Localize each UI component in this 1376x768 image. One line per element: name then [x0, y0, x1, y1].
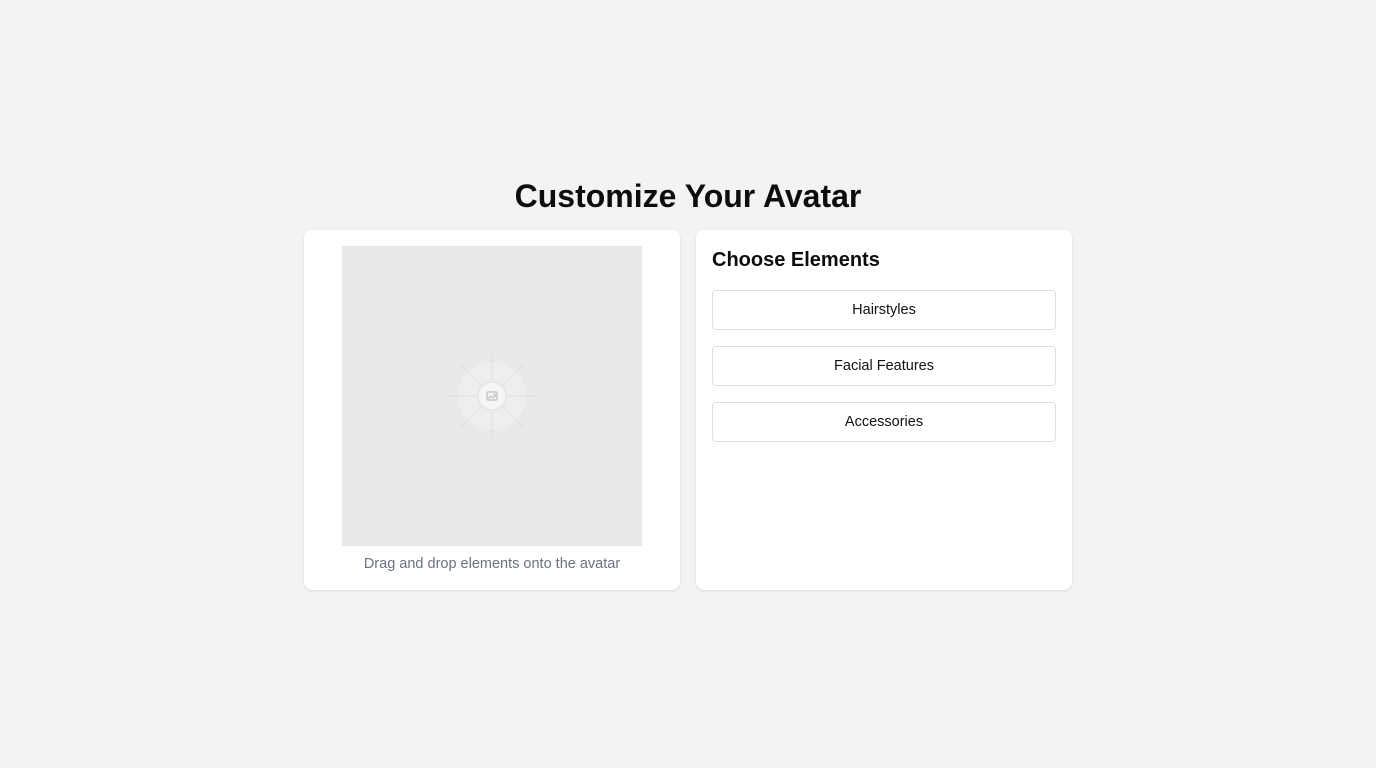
avatar-drop-zone[interactable] [342, 246, 642, 546]
facial-features-button[interactable]: Facial Features [712, 346, 1056, 386]
elements-card: Choose Elements Hairstyles Facial Featur… [696, 230, 1072, 590]
choose-elements-title: Choose Elements [712, 249, 880, 271]
hairstyles-button[interactable]: Hairstyles [712, 290, 1056, 330]
avatar-card: Drag and drop elements onto the avatar [304, 230, 680, 590]
page-title: Customize Your Avatar [514, 178, 862, 214]
accessories-button[interactable]: Accessories [712, 402, 1056, 442]
drag-drop-hint: Drag and drop elements onto the avatar [363, 556, 621, 572]
image-placeholder-icon [447, 351, 537, 441]
page: Customize Your Avatar Drag and drop elem… [0, 0, 1376, 768]
